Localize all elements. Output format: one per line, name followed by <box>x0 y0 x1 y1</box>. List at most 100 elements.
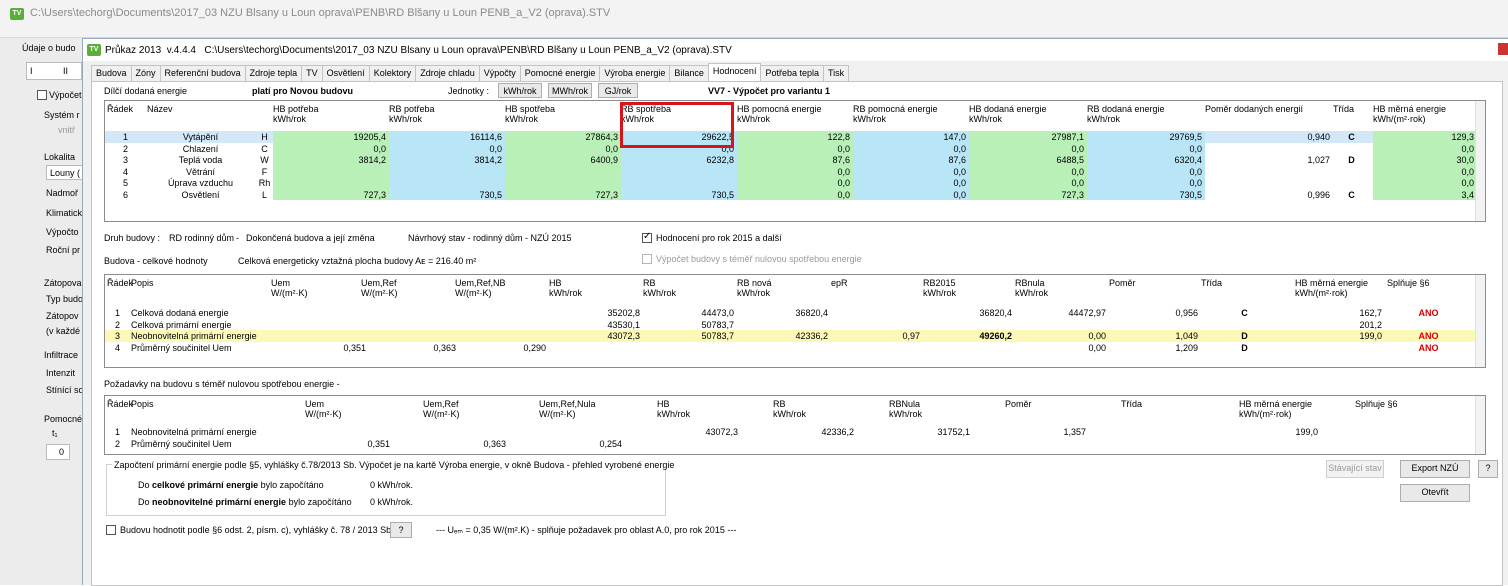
energy_table-cell <box>273 177 389 189</box>
background-subtab[interactable]: I II <box>26 62 82 80</box>
background-vypocet-checkbox[interactable] <box>37 90 47 100</box>
tab-3[interactable]: Zdroje tepla <box>244 65 303 81</box>
nzeb-cell <box>1321 438 1441 450</box>
total_table-cell <box>831 307 923 319</box>
tab-11[interactable]: Bilance <box>669 65 709 81</box>
zapocteni-label: Započtení primární energie podle §5, vyh… <box>112 460 677 470</box>
energy_table-cell: 4 <box>122 166 128 177</box>
energy_table-cell: 87,6 <box>853 154 969 166</box>
energy_table-cell: Osvětlení <box>181 189 220 200</box>
dilci-label: Dílčí dodaná energie <box>104 86 188 96</box>
total_table-header: Popis <box>131 278 154 288</box>
energy_table-cell: 0,0 <box>1373 177 1477 189</box>
tab-7[interactable]: Zdroje chladu <box>415 65 480 81</box>
hodnotit-checkbox[interactable] <box>106 525 116 535</box>
nzeb-cell <box>973 438 1089 450</box>
energy_table-header: HB měrná energie kWh/(m²·rok) <box>1373 104 1447 124</box>
tab-10[interactable]: Výroba energie <box>599 65 671 81</box>
energy_table-cell: 19205,4 <box>273 131 389 143</box>
nzeb-header: HB kWh/rok <box>657 399 691 419</box>
help-button[interactable]: ? <box>1478 460 1498 478</box>
total_table-cell <box>643 342 737 354</box>
total_table-header: Třída <box>1201 278 1223 288</box>
total_table-cell: 3 <box>114 331 120 341</box>
tab-4[interactable]: TV <box>301 65 323 81</box>
total_table-cell <box>281 307 369 319</box>
energy_table-cell: 0,0 <box>1087 142 1205 154</box>
energy_table-cell <box>1333 177 1373 189</box>
nzeb-header: Třída <box>1121 399 1143 409</box>
total_table-header: epR <box>831 278 848 288</box>
nzeb-cell: 1,357 <box>1063 427 1086 437</box>
background-lokalita-select[interactable]: Louny ( <box>46 165 86 180</box>
total_table-cell: 36820,4 <box>795 308 828 318</box>
total_table-cell <box>1385 319 1475 331</box>
total_table-header: RB2015 kWh/rok <box>923 278 957 298</box>
variant-label: VV7 - Výpočet pro variantu 1 <box>708 86 831 96</box>
energy_table-cell: 0,940 <box>1307 132 1330 142</box>
tab-12[interactable]: Hodnocení <box>707 63 762 81</box>
nzeb-cell: 0,363 <box>483 438 506 449</box>
total_table-cell <box>923 342 1015 354</box>
app-logo-icon: TV <box>10 8 24 20</box>
total_table-cell <box>369 330 459 342</box>
tab-2[interactable]: Referenční budova <box>159 65 246 81</box>
background-t1-input[interactable]: 0 <box>46 444 70 460</box>
nzeb-label: Požadavky na budovu s téměř nulovou spot… <box>104 379 340 389</box>
energy_table-cell: 122,8 <box>737 131 853 143</box>
scrollbar[interactable] <box>1475 275 1485 367</box>
energy_table-cell: Úprava vzduchu <box>167 178 234 188</box>
scrollbar[interactable] <box>1475 101 1485 221</box>
tab-5[interactable]: Osvětlení <box>321 65 370 81</box>
unit-kwh-button[interactable]: kWh/rok <box>498 83 542 98</box>
otevrit-button[interactable]: Otevřít <box>1400 484 1470 502</box>
nzeb-cell: 43072,3 <box>705 427 738 437</box>
export-nzu-button[interactable]: Export NZÚ <box>1400 460 1470 478</box>
stavajici-stav-button[interactable]: Stávající stav <box>1326 460 1384 478</box>
energy_table-cell <box>1205 177 1333 189</box>
total_table-header: Poměr <box>1109 278 1136 288</box>
hodnoceni-2015-checkbox[interactable] <box>642 231 652 243</box>
tab-1[interactable]: Zóny <box>130 65 161 81</box>
unit-mwh-button[interactable]: MWh/rok <box>548 83 592 98</box>
tab-14[interactable]: Tisk <box>823 65 850 81</box>
energy_table-cell: 730,5 <box>621 188 737 200</box>
nzeb-cell <box>393 426 509 438</box>
energy_table-cell: 30,0 <box>1373 154 1477 166</box>
energy_table-cell: 0,0 <box>737 177 853 189</box>
nzeb-header: RBNula kWh/rok <box>889 399 923 419</box>
total_table-cell: Neobnovitelná primární energie <box>131 331 257 341</box>
energy_table-cell: 0,0 <box>853 165 969 177</box>
tab-13[interactable]: Potřeba tepla <box>760 65 824 81</box>
nzeb-cell <box>1089 426 1205 438</box>
background-title-text: C:\Users\techorg\Documents\2017_03 NZU B… <box>30 7 611 19</box>
energy_table-cell: 129,3 <box>1373 131 1477 143</box>
energy_table-cell <box>389 165 505 177</box>
total_table-header: Uem W/(m²·K) <box>271 278 308 298</box>
tab-0[interactable]: Budova <box>91 65 132 81</box>
total_table-cell <box>737 319 831 331</box>
energy_table-cell: 3814,2 <box>273 154 389 166</box>
hodnotit-label: Budovu hodnotit podle §6 odst. 2, písm. … <box>120 525 394 535</box>
total_table-header: RB nová kWh/rok <box>737 278 772 298</box>
total-table: Řádek Popis Uem W/(m²·K) Uem,Ref W/(m²·K) Uem,… <box>104 274 1486 368</box>
total_table-header: RB kWh/rok <box>643 278 677 298</box>
total_table-header: Uem,Ref,NB W/(m²·K) <box>455 278 506 298</box>
close-icon[interactable] <box>1498 43 1508 55</box>
background-tab[interactable]: Údaje o budo <box>18 40 88 58</box>
total_table-cell <box>1015 319 1109 331</box>
energy_table-cell: 0,0 <box>1373 142 1477 154</box>
total_table-cell <box>281 330 369 342</box>
tab-9[interactable]: Pomocné energie <box>519 65 601 81</box>
energy_table-cell: 6232,8 <box>621 154 737 166</box>
tab-6[interactable]: Kolektory <box>368 65 417 81</box>
unit-gj-button[interactable]: GJ/rok <box>598 83 638 98</box>
energy_table-cell: 727,3 <box>969 188 1087 200</box>
nzeb-checkbox[interactable] <box>642 254 652 264</box>
total_table-header: Uem,Ref W/(m²·K) <box>361 278 398 298</box>
tab-8[interactable]: Výpočty <box>478 65 521 81</box>
energy_table-cell: 147,0 <box>853 131 969 143</box>
scrollbar[interactable] <box>1475 396 1485 454</box>
hodnotit-help-button[interactable]: ? <box>390 522 412 538</box>
nzeb-cell: 31752,1 <box>937 427 970 437</box>
